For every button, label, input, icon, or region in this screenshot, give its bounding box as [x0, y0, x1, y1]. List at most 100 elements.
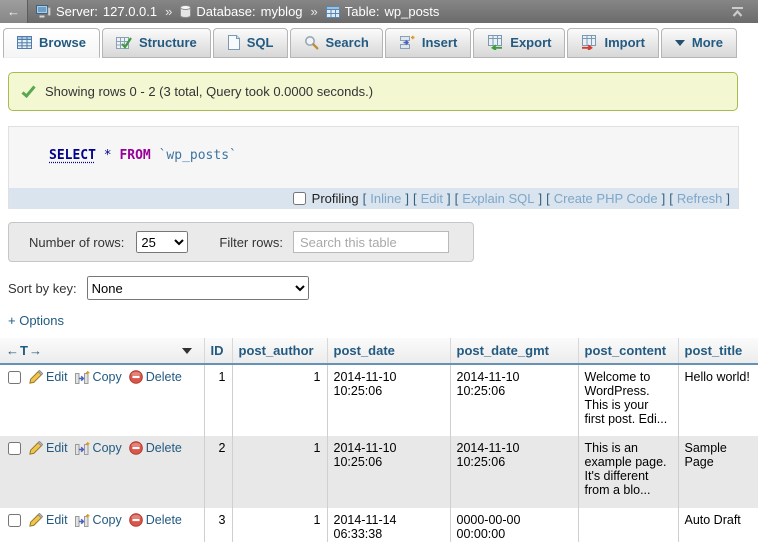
success-message-text: Showing rows 0 - 2 (3 total, Query took …	[45, 84, 373, 99]
table-row: Edit Copy Delete 2 1 2014-11-10 1	[0, 436, 758, 508]
tab-insert[interactable]: Insert	[385, 28, 471, 58]
results-controls-panel: Number of rows: 25 Filter rows:	[8, 222, 474, 262]
delete-icon	[129, 370, 143, 384]
row-select-checkbox[interactable]	[8, 514, 21, 527]
row-actions-cell: Edit Copy Delete	[0, 436, 204, 508]
tab-export[interactable]: Export	[473, 28, 565, 58]
edit-row-link[interactable]: Edit	[29, 441, 68, 455]
refresh-link[interactable]: Refresh	[677, 191, 723, 206]
column-header-id[interactable]: ID	[204, 338, 232, 364]
bracket: ]	[405, 191, 409, 206]
tab-sql[interactable]: SQL	[213, 28, 288, 58]
tab-search[interactable]: Search	[290, 28, 383, 58]
breadcrumb: Server: 127.0.0.1 » Database: myblog » T…	[36, 4, 439, 19]
tab-label: Import	[604, 35, 644, 50]
breadcrumb-server[interactable]: Server: 127.0.0.1	[36, 4, 157, 19]
delete-label: Delete	[146, 441, 182, 455]
column-header-post-content[interactable]: post_content	[578, 338, 678, 364]
breadcrumb-separator: »	[165, 4, 172, 19]
server-label: Server:	[56, 4, 98, 19]
explain-sql-link[interactable]: Explain SQL	[462, 191, 534, 206]
copy-row-link[interactable]: Copy	[75, 513, 122, 527]
cell-post-date-gmt: 0000-00-00 00:00:00	[450, 508, 578, 542]
edit-row-link[interactable]: Edit	[29, 370, 68, 384]
delete-icon	[129, 441, 143, 455]
copy-row-icon	[75, 371, 90, 384]
cell-post-date-gmt: 2014-11-10 10:25:06	[450, 364, 578, 436]
cell-post-author: 1	[232, 364, 327, 436]
column-visibility-toggle-icon[interactable]	[182, 348, 192, 354]
filter-rows-input[interactable]	[293, 231, 449, 253]
breadcrumb-separator: »	[311, 4, 318, 19]
tab-browse[interactable]: Browse	[3, 28, 100, 58]
row-select-checkbox[interactable]	[8, 442, 21, 455]
browse-icon	[17, 36, 32, 49]
inline-link[interactable]: Inline	[370, 191, 401, 206]
edit-query-link[interactable]: Edit	[421, 191, 443, 206]
chevron-down-icon	[675, 40, 685, 46]
delete-label: Delete	[146, 513, 182, 527]
row-select-checkbox[interactable]	[8, 371, 21, 384]
cell-post-author: 1	[232, 508, 327, 542]
pencil-icon	[29, 513, 43, 527]
copy-row-icon	[75, 442, 90, 455]
cell-post-title: Sample Page	[678, 436, 758, 508]
table-row: Edit Copy Delete 1 1 2014-11-10 1	[0, 364, 758, 436]
cell-id: 2	[204, 436, 232, 508]
bracket: ]	[447, 191, 451, 206]
query-box: SELECT * FROM `wp_posts` Profiling [ Inl…	[8, 126, 739, 209]
delete-row-link[interactable]: Delete	[129, 513, 182, 527]
options-toggle-link[interactable]: + Options	[8, 313, 64, 328]
delete-row-link[interactable]: Delete	[129, 370, 182, 384]
sql-table-name: `wp_posts`	[159, 148, 237, 163]
delete-label: Delete	[146, 370, 182, 384]
profiling-label: Profiling	[312, 191, 359, 206]
tab-import[interactable]: Import	[567, 28, 658, 58]
edit-label: Edit	[46, 513, 68, 527]
database-icon	[180, 5, 191, 18]
profiling-checkbox[interactable]	[293, 192, 306, 205]
copy-label: Copy	[93, 441, 122, 455]
bracket: [	[363, 191, 367, 206]
results-header-row: ←T→ ID post_author post_date post_date_g…	[0, 338, 758, 364]
cell-post-title: Hello world!	[678, 364, 758, 436]
tab-structure[interactable]: Structure	[102, 28, 211, 58]
database-value: myblog	[261, 4, 303, 19]
cell-post-date: 2014-11-10 10:25:06	[327, 436, 450, 508]
pencil-icon	[29, 441, 43, 455]
cell-id: 1	[204, 364, 232, 436]
delete-row-link[interactable]: Delete	[129, 441, 182, 455]
sql-keyword-select[interactable]: SELECT	[49, 148, 96, 163]
copy-row-link[interactable]: Copy	[75, 441, 122, 455]
back-button[interactable]: ←	[0, 0, 28, 23]
column-header-post-date-gmt[interactable]: post_date_gmt	[450, 338, 578, 364]
breadcrumb-table[interactable]: Table: wp_posts	[326, 4, 440, 19]
cell-post-date: 2014-11-14 06:33:38	[327, 508, 450, 542]
tab-more[interactable]: More	[661, 28, 737, 58]
column-header-post-author[interactable]: post_author	[232, 338, 327, 364]
sort-key-select[interactable]: None	[87, 276, 309, 300]
collapse-top-icon	[730, 6, 745, 18]
bracket: [	[455, 191, 459, 206]
tab-label: More	[692, 35, 723, 50]
search-icon	[304, 35, 319, 50]
cell-post-author: 1	[232, 436, 327, 508]
rows-per-page-select[interactable]: 25	[136, 231, 188, 253]
column-reorder-icon: ←T→	[6, 343, 43, 358]
tab-label: Insert	[422, 35, 457, 50]
sort-by-key-label: Sort by key:	[8, 281, 77, 296]
cell-id: 3	[204, 508, 232, 542]
insert-icon	[399, 35, 415, 50]
edit-row-link[interactable]: Edit	[29, 513, 68, 527]
collapse-console-button[interactable]	[730, 6, 745, 18]
cell-post-date-gmt: 2014-11-10 10:25:06	[450, 436, 578, 508]
create-php-code-link[interactable]: Create PHP Code	[554, 191, 658, 206]
edit-label: Edit	[46, 370, 68, 384]
column-header-post-title[interactable]: post_title	[678, 338, 758, 364]
breadcrumb-database[interactable]: Database: myblog	[180, 4, 302, 19]
copy-row-link[interactable]: Copy	[75, 370, 122, 384]
cell-post-content: This is an example page. It's different …	[578, 436, 678, 508]
table-icon	[326, 6, 340, 18]
column-header-post-date[interactable]: post_date	[327, 338, 450, 364]
success-check-icon	[21, 85, 36, 98]
